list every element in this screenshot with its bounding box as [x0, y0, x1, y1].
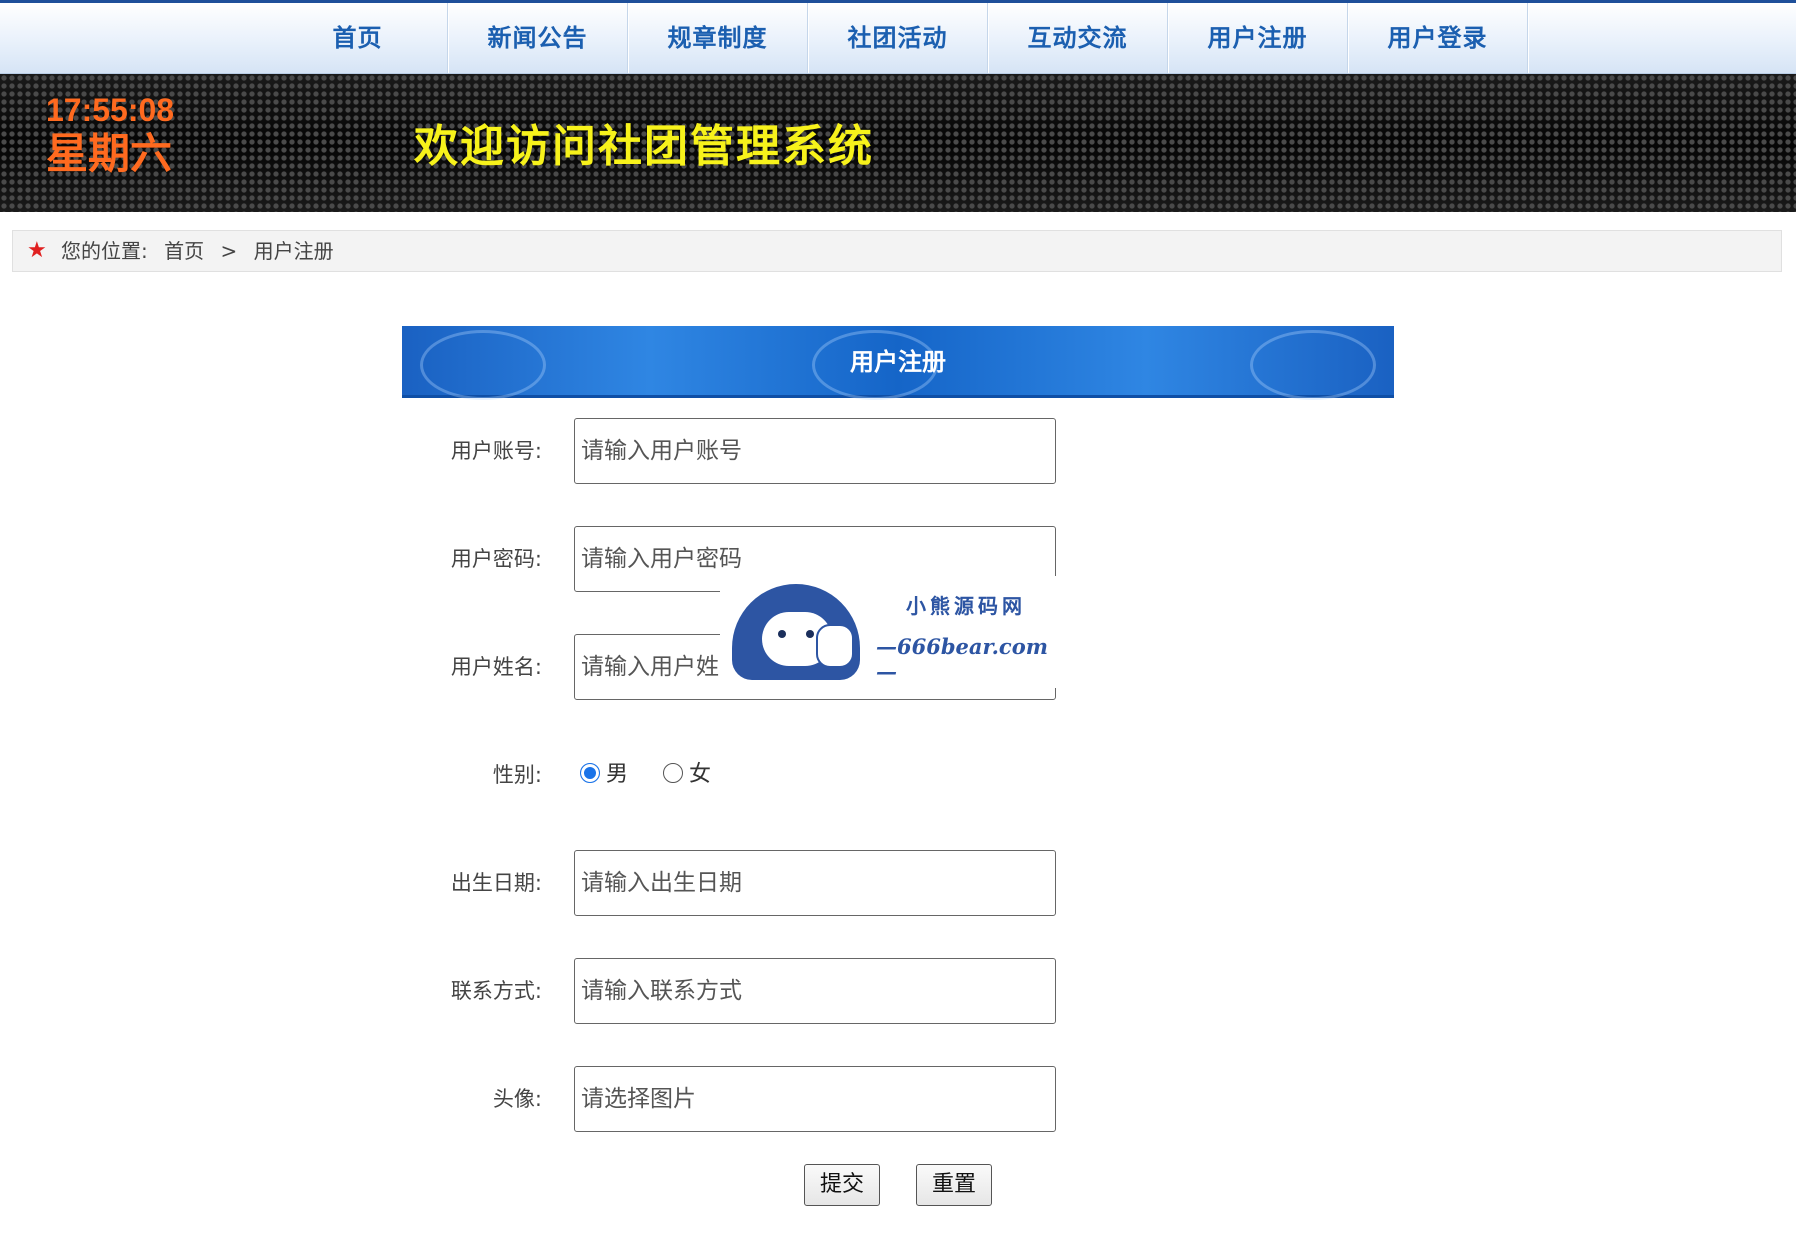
account-input[interactable] [574, 418, 1056, 484]
name-label: 用户姓名: [450, 655, 542, 679]
bear-logo-icon [732, 584, 860, 680]
field-row-birthdate: 出生日期: [0, 850, 1796, 916]
field-row-avatar: 头像: [0, 1066, 1796, 1132]
top-nav: 首页 新闻公告 规章制度 社团活动 互动交流 用户注册 用户登录 [0, 0, 1796, 74]
nav-item-rules[interactable]: 规章制度 [628, 3, 808, 73]
clock-weekday: 星期六 [46, 130, 173, 177]
bear-eye-icon [806, 630, 814, 638]
gender-radio-group: 男 女 [580, 742, 739, 808]
breadcrumb-text: 您的位置: 首页 > 用户注册 [61, 231, 344, 271]
welcome-title: 欢迎访问社团管理系统 [414, 121, 874, 172]
nav-item-interaction[interactable]: 互动交流 [988, 3, 1168, 73]
gender-female-label: 女 [689, 762, 712, 787]
radio-checked-icon[interactable] [580, 763, 600, 783]
watermark-site: —666bear.com— [876, 634, 1048, 684]
contact-input[interactable] [574, 958, 1056, 1024]
reset-button[interactable]: 重置 [916, 1164, 992, 1206]
nav-item-news[interactable]: 新闻公告 [448, 3, 628, 73]
gender-male-radio[interactable]: 男 [580, 742, 628, 808]
clock: 17:55:08 星期六 [46, 92, 174, 180]
breadcrumb-home-link[interactable]: 首页 [164, 239, 204, 263]
avatar-input[interactable] [574, 1066, 1056, 1132]
account-label: 用户账号: [450, 439, 542, 463]
star-icon: ★ [27, 238, 47, 263]
field-row-account: 用户账号: [0, 418, 1796, 484]
banner: 17:55:08 星期六 欢迎访问社团管理系统 [0, 74, 1796, 212]
password-label: 用户密码: [450, 547, 542, 571]
nav-item-login[interactable]: 用户登录 [1348, 3, 1528, 73]
watermark: 小熊源码网 —666bear.com— [720, 576, 1060, 688]
breadcrumb-prefix: 您的位置: [61, 239, 148, 263]
breadcrumb: ★ 您的位置: 首页 > 用户注册 [12, 230, 1782, 272]
bear-eye-icon [778, 630, 786, 638]
submit-button[interactable]: 提交 [804, 1164, 880, 1206]
form-title: 用户注册 [850, 348, 946, 376]
watermark-name: 小熊源码网 [906, 594, 1026, 618]
field-row-contact: 联系方式: [0, 958, 1796, 1024]
bear-paw-icon [816, 624, 854, 668]
gender-label: 性别: [492, 763, 542, 787]
nav-item-register[interactable]: 用户注册 [1168, 3, 1348, 73]
nav-item-activities[interactable]: 社团活动 [808, 3, 988, 73]
nav-item-home[interactable]: 首页 [268, 3, 448, 73]
birthdate-label: 出生日期: [450, 871, 542, 895]
contact-label: 联系方式: [450, 979, 542, 1003]
nav-menu: 首页 新闻公告 规章制度 社团活动 互动交流 用户注册 用户登录 [268, 3, 1528, 73]
field-row-gender: 性别: 男 女 [0, 742, 1796, 808]
breadcrumb-current: 用户注册 [253, 239, 334, 263]
radio-unchecked-icon[interactable] [663, 763, 684, 783]
clock-time: 17:55:08 [46, 92, 175, 128]
birthdate-input[interactable] [574, 850, 1056, 916]
gender-male-label: 男 [606, 762, 629, 787]
avatar-label: 头像: [492, 1087, 542, 1111]
form-header: 用户注册 [402, 326, 1394, 400]
gender-female-radio[interactable]: 女 [663, 742, 711, 808]
breadcrumb-separator: > [220, 239, 238, 263]
